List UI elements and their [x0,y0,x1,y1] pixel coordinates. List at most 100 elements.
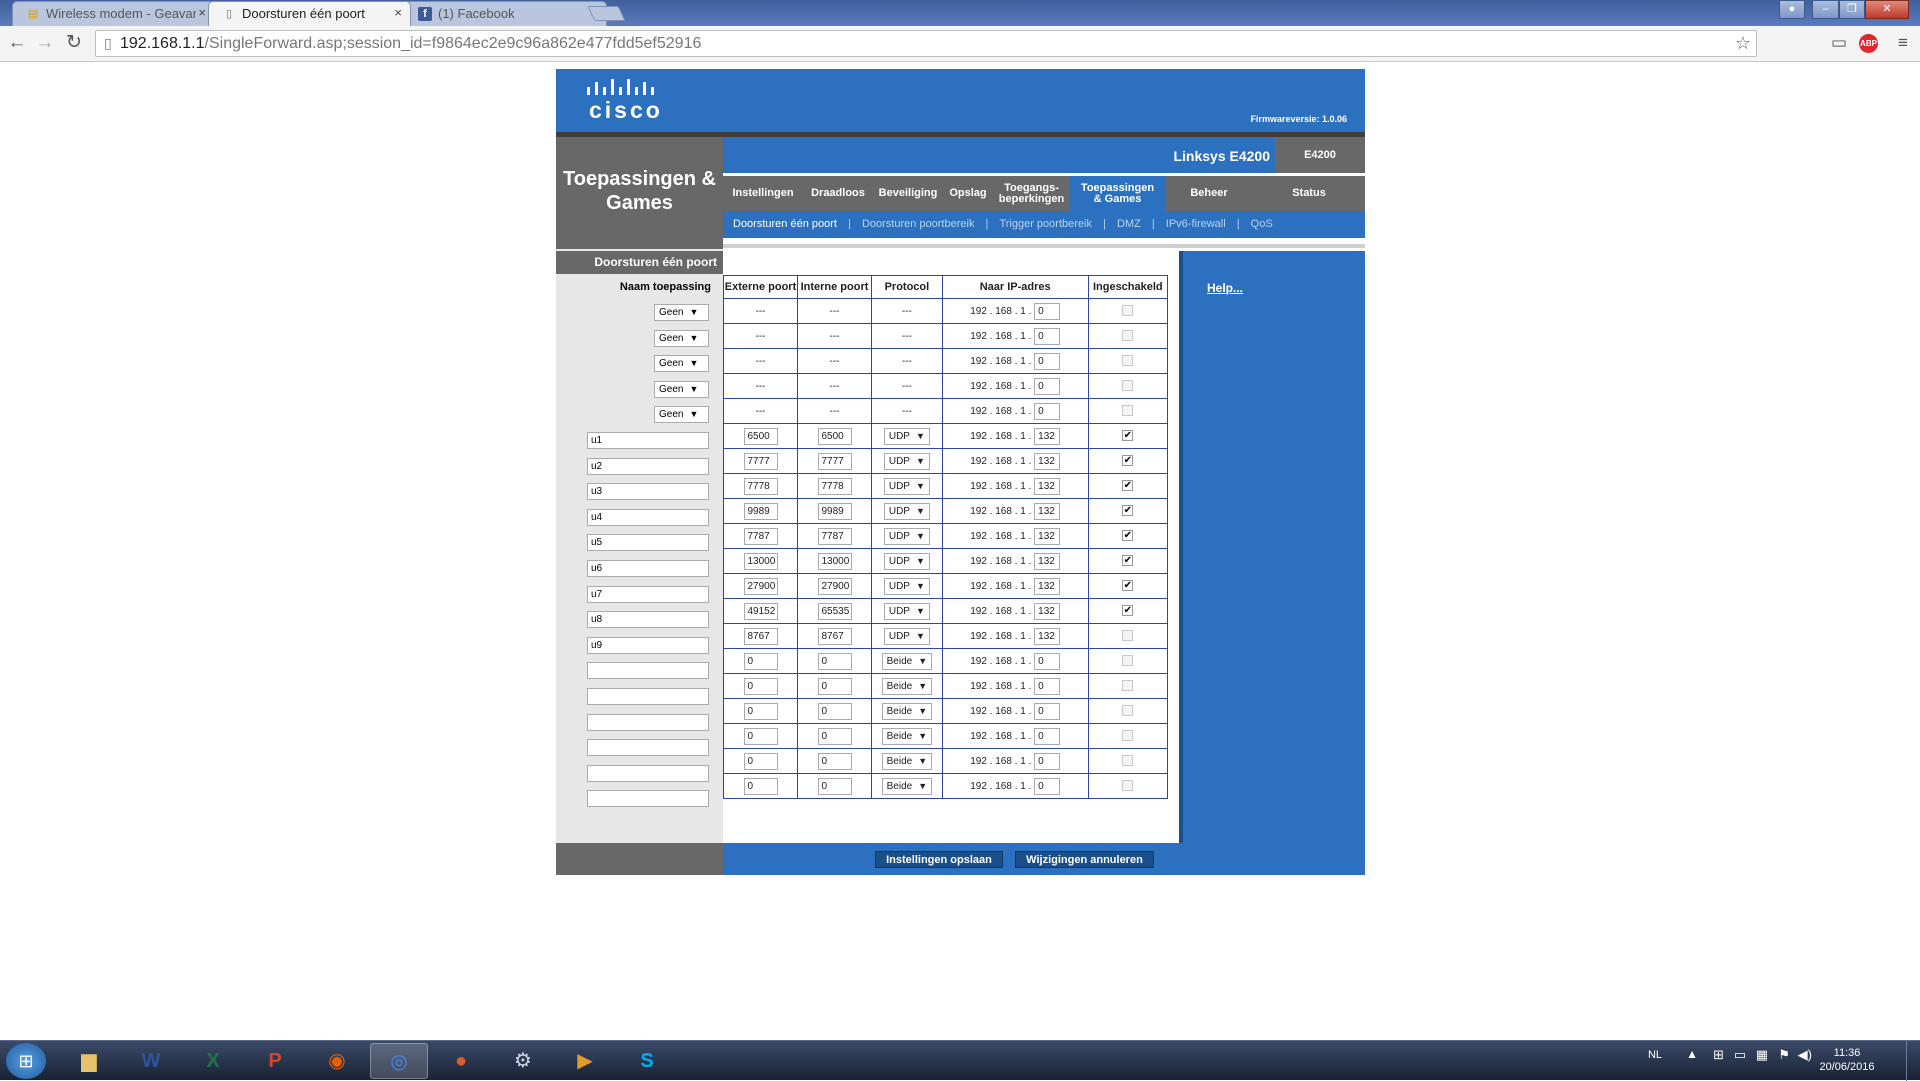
application-name-field[interactable]: u2 [587,457,709,475]
enabled-checkbox[interactable]: ✔ [1122,555,1134,567]
enabled-checkbox[interactable] [1122,680,1134,692]
application-name-field[interactable] [587,739,709,757]
external-port-field[interactable]: 0 [743,677,778,695]
ip-last-octet-field[interactable]: 0 [1034,352,1061,370]
enabled-checkbox[interactable] [1122,305,1134,317]
forward-button[interactable]: → [34,32,56,54]
protocol-select[interactable]: Beide ▼ [881,652,933,670]
protocol-select[interactable]: UDP ▼ [883,527,930,545]
ip-last-octet-field[interactable]: 132 [1034,502,1061,520]
application-select[interactable]: Geen ▼ [654,355,709,373]
word-taskbar-button[interactable]: W [122,1043,180,1079]
protocol-select[interactable]: Beide ▼ [881,727,933,745]
ip-last-octet-field[interactable]: 0 [1034,677,1061,695]
protocol-select[interactable]: UDP ▼ [883,552,930,570]
ip-last-octet-field[interactable]: 132 [1034,552,1061,570]
internal-port-field[interactable]: 6500 [817,427,852,445]
new-tab-button[interactable] [587,6,626,21]
internal-port-field[interactable]: 9989 [817,502,852,520]
enabled-checkbox[interactable]: ✔ [1122,505,1134,517]
main-nav-item-beheer[interactable]: Beheer [1165,176,1253,211]
menu-icon[interactable]: ≡ [1892,32,1914,54]
external-port-field[interactable]: 7777 [743,452,778,470]
sub-nav-item-doorsturen-een-poort[interactable]: Doorsturen één poort [733,218,837,230]
clock[interactable]: 11:36 20/06/2016 [1812,1046,1882,1074]
protocol-select[interactable]: UDP ▼ [883,427,930,445]
enabled-checkbox[interactable] [1122,780,1134,792]
maximize-button[interactable]: ❐ [1839,0,1865,19]
ip-last-octet-field[interactable]: 0 [1034,777,1061,795]
show-desktop-button[interactable] [1906,1041,1920,1081]
ip-last-octet-field[interactable]: 0 [1034,727,1061,745]
network-icon[interactable]: ▦ [1756,1047,1768,1063]
application-name-field[interactable]: u6 [587,560,709,577]
adblock-plus-icon[interactable]: ABP [1859,34,1878,53]
external-port-field[interactable]: 0 [743,752,778,770]
excel-taskbar-button[interactable]: X [184,1043,242,1079]
save-settings-button[interactable]: Instellingen opslaan [875,851,1003,868]
enabled-checkbox[interactable]: ✔ [1122,530,1134,542]
application-select[interactable]: Geen ▼ [654,380,709,398]
action-center-flag-icon[interactable]: ⚑ [1778,1047,1790,1063]
application-name-field[interactable] [587,790,709,808]
protocol-select[interactable]: UDP ▼ [883,602,930,620]
external-port-field[interactable]: 49152 [743,602,778,620]
ip-last-octet-field[interactable]: 0 [1034,702,1061,720]
sub-nav-item-trigger-poortbereik[interactable]: Trigger poortbereik [999,218,1092,230]
main-nav-item-instellingen[interactable]: Instellingen [723,176,803,211]
back-button[interactable]: ← [6,32,28,54]
main-nav-item-toegangsbeperkingen[interactable]: Toegangs-beperkingen [993,176,1070,211]
cast-icon[interactable]: ▭ [1828,32,1850,54]
tab-wireless-modem[interactable]: ▤ Wireless modem - Geavanc × [12,1,215,26]
media-player-taskbar-button[interactable]: ● [432,1043,490,1079]
address-bar[interactable]: ▯ 192.168.1.1/SingleForward.asp;session_… [95,30,1757,57]
internal-port-field[interactable]: 65535 [817,602,852,620]
external-port-field[interactable]: 8767 [743,627,778,645]
protocol-select[interactable]: Beide ▼ [881,752,933,770]
ip-last-octet-field[interactable]: 0 [1034,327,1061,345]
start-button[interactable]: ⊞ [6,1043,46,1079]
main-nav-item-draadloos[interactable]: Draadloos [803,176,873,211]
application-name-field[interactable] [587,764,709,782]
enabled-checkbox[interactable]: ✔ [1122,605,1134,617]
external-port-field[interactable]: 7778 [743,477,778,495]
application-name-field[interactable] [587,688,709,705]
internal-port-field[interactable]: 0 [817,652,852,670]
main-nav-item-opslag[interactable]: Opslag [943,176,993,211]
steam-taskbar-button[interactable]: ⚙ [494,1043,552,1079]
internal-port-field[interactable]: 8767 [817,627,852,645]
ip-last-octet-field[interactable]: 132 [1034,527,1061,545]
sub-nav-item-ipv6-firewall[interactable]: IPv6-firewall [1166,218,1226,230]
internal-port-field[interactable]: 7787 [817,527,852,545]
main-nav-item-toepassingen-games[interactable]: Toepassingen & Games [1070,176,1165,211]
enabled-checkbox[interactable]: ✔ [1122,430,1134,442]
main-nav-item-status[interactable]: Status [1253,176,1365,211]
protocol-select[interactable]: Beide ▼ [881,677,933,695]
enabled-checkbox[interactable] [1122,630,1134,642]
reload-button[interactable]: ↻ [63,32,85,54]
enabled-checkbox[interactable] [1122,380,1134,392]
application-name-field[interactable] [587,662,709,680]
ip-last-octet-field[interactable]: 0 [1034,377,1061,395]
application-name-field[interactable]: u1 [587,432,709,449]
application-select[interactable]: Geen ▼ [654,406,709,424]
ip-last-octet-field[interactable]: 132 [1034,627,1061,645]
close-icon[interactable]: × [394,5,402,20]
windows-flag-icon[interactable]: ⊞ [1713,1047,1724,1063]
ip-last-octet-field[interactable]: 132 [1034,577,1061,595]
application-name-field[interactable]: u9 [587,636,709,654]
external-port-field[interactable]: 6500 [743,427,778,445]
enabled-checkbox[interactable] [1122,355,1134,367]
application-select[interactable]: Geen ▼ [654,329,709,347]
language-indicator[interactable]: NL [1648,1049,1662,1061]
application-select[interactable]: Geen ▼ [654,304,709,321]
external-port-field[interactable]: 7787 [743,527,778,545]
display-icon[interactable]: ▭ [1734,1047,1746,1063]
internal-port-field[interactable]: 7777 [817,452,852,470]
ip-last-octet-field[interactable]: 0 [1034,652,1061,670]
application-name-field[interactable] [587,713,709,731]
external-port-field[interactable]: 0 [743,652,778,670]
internal-port-field[interactable]: 0 [817,677,852,695]
ip-last-octet-field[interactable]: 0 [1034,752,1061,770]
ip-last-octet-field[interactable]: 132 [1034,477,1061,495]
